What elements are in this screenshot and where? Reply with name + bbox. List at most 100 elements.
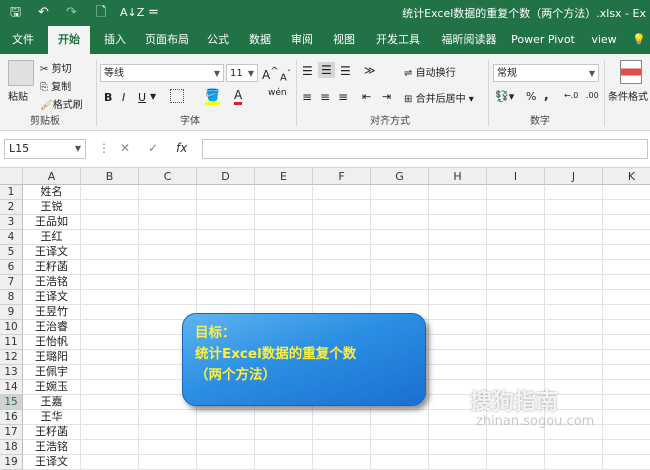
row-header[interactable]: 7	[0, 275, 23, 290]
cell[interactable]	[545, 200, 603, 215]
name-cell[interactable]: 王浩铭	[23, 440, 81, 455]
shrink-font-button[interactable]: Aˇ	[280, 68, 291, 83]
cell[interactable]	[313, 200, 371, 215]
row-header[interactable]: 2	[0, 200, 23, 215]
cell[interactable]	[139, 230, 197, 245]
cell[interactable]	[603, 275, 650, 290]
sort-icon[interactable]: A↓Z	[120, 4, 144, 22]
cell[interactable]	[487, 275, 545, 290]
cell[interactable]	[81, 320, 139, 335]
align-top-icon[interactable]: ☰	[302, 64, 313, 78]
cell[interactable]	[255, 260, 313, 275]
cell[interactable]	[197, 425, 255, 440]
cell[interactable]	[81, 275, 139, 290]
row-header[interactable]: 3	[0, 215, 23, 230]
cell[interactable]	[139, 440, 197, 455]
tab-view[interactable]: 视图	[326, 26, 362, 54]
bold-button[interactable]: B	[104, 91, 112, 104]
cell[interactable]	[487, 335, 545, 350]
cell[interactable]	[603, 200, 650, 215]
cell[interactable]	[371, 260, 429, 275]
cell[interactable]	[81, 215, 139, 230]
cell[interactable]	[371, 185, 429, 200]
cell[interactable]	[429, 335, 487, 350]
cell[interactable]	[197, 260, 255, 275]
cell[interactable]	[255, 410, 313, 425]
name-cell[interactable]: 王治睿	[23, 320, 81, 335]
cell[interactable]	[139, 200, 197, 215]
cell[interactable]	[603, 185, 650, 200]
cell[interactable]	[603, 425, 650, 440]
cell[interactable]	[371, 275, 429, 290]
tab-review[interactable]: 审阅	[284, 26, 320, 54]
chevron-down-icon[interactable]: ▼	[150, 92, 156, 101]
tab-page-layout[interactable]: 页面布局	[140, 26, 194, 54]
cell[interactable]	[545, 440, 603, 455]
cell[interactable]	[545, 185, 603, 200]
row-header[interactable]: 9	[0, 305, 23, 320]
decrease-decimal-button[interactable]: .00	[586, 91, 599, 100]
print-preview-icon[interactable]: 🗋	[96, 4, 106, 22]
cell[interactable]	[487, 320, 545, 335]
tab-power-pivot[interactable]: Power Pivot	[508, 26, 578, 54]
conditional-format-button[interactable]: 条件格式	[608, 88, 648, 103]
cell[interactable]	[255, 200, 313, 215]
number-format-select[interactable]: 常规 ▼	[493, 64, 599, 82]
cell[interactable]	[81, 260, 139, 275]
cell[interactable]	[429, 275, 487, 290]
cell[interactable]	[371, 410, 429, 425]
column-header[interactable]: C	[139, 168, 197, 185]
align-middle-icon[interactable]: ☰	[318, 62, 335, 78]
name-cell[interactable]: 王译文	[23, 245, 81, 260]
cell[interactable]	[545, 290, 603, 305]
cell[interactable]	[81, 410, 139, 425]
row-header[interactable]: 16	[0, 410, 23, 425]
cell[interactable]	[603, 230, 650, 245]
cell[interactable]	[545, 275, 603, 290]
row-header[interactable]: 15	[0, 395, 23, 410]
cell[interactable]	[81, 230, 139, 245]
name-cell[interactable]: 王锐	[23, 200, 81, 215]
cell[interactable]	[487, 290, 545, 305]
cell[interactable]	[139, 425, 197, 440]
cell[interactable]	[371, 290, 429, 305]
cell[interactable]	[603, 305, 650, 320]
font-name-select[interactable]: 等线 ▼	[100, 64, 224, 82]
cell[interactable]	[603, 245, 650, 260]
orientation-icon[interactable]: ≫	[364, 64, 376, 77]
cell[interactable]	[603, 440, 650, 455]
cell[interactable]	[313, 230, 371, 245]
cell[interactable]	[139, 185, 197, 200]
cell[interactable]	[545, 230, 603, 245]
cell[interactable]	[545, 215, 603, 230]
cell[interactable]	[603, 410, 650, 425]
grow-font-button[interactable]: A^	[262, 66, 279, 82]
column-header[interactable]: B	[81, 168, 139, 185]
cell[interactable]	[139, 215, 197, 230]
cell[interactable]	[603, 395, 650, 410]
cell[interactable]	[487, 440, 545, 455]
cell[interactable]	[255, 275, 313, 290]
cell[interactable]	[487, 215, 545, 230]
cell[interactable]	[139, 290, 197, 305]
cell[interactable]	[313, 440, 371, 455]
cell[interactable]	[197, 200, 255, 215]
cell[interactable]	[371, 230, 429, 245]
cell[interactable]	[487, 365, 545, 380]
cell[interactable]	[313, 215, 371, 230]
fill-color-button[interactable]: 🪣	[205, 88, 220, 105]
increase-indent-icon[interactable]: ⇥	[382, 90, 391, 103]
cell[interactable]	[487, 260, 545, 275]
cell[interactable]	[545, 365, 603, 380]
cell[interactable]	[197, 215, 255, 230]
cell[interactable]	[81, 395, 139, 410]
cell[interactable]	[81, 350, 139, 365]
lightbulb-icon[interactable]: 💡	[630, 26, 648, 54]
cell[interactable]	[487, 230, 545, 245]
font-color-button[interactable]: A	[234, 88, 243, 105]
name-cell[interactable]: 王嘉	[23, 395, 81, 410]
cell[interactable]	[487, 200, 545, 215]
cell[interactable]	[545, 260, 603, 275]
tab-view-extra[interactable]: view	[584, 26, 624, 54]
column-header[interactable]: F	[313, 168, 371, 185]
